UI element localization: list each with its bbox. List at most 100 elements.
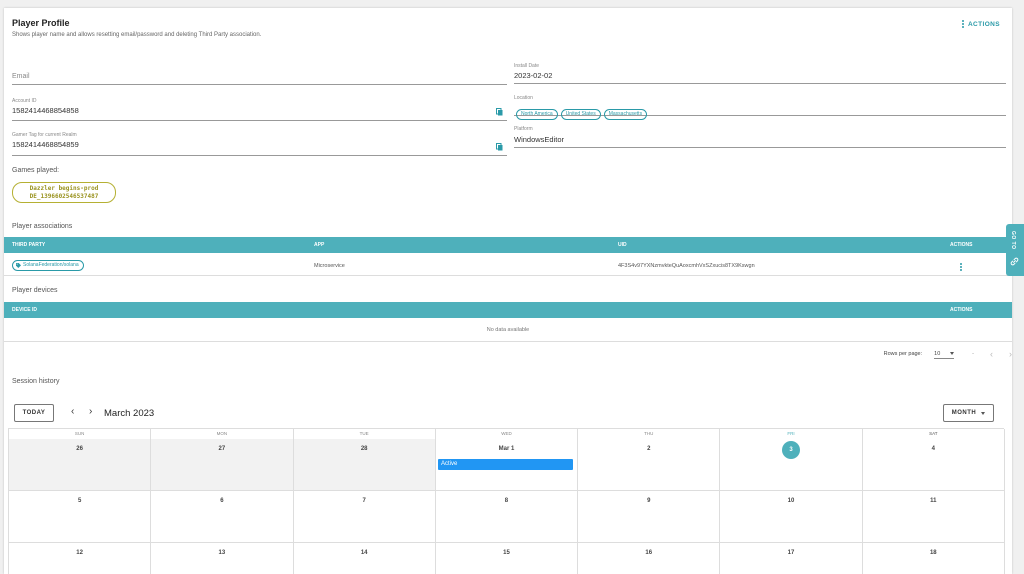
calendar-day-cell[interactable]: 6: [151, 491, 294, 543]
session-event[interactable]: Active: [438, 459, 573, 470]
next-page-icon[interactable]: ›: [1009, 349, 1012, 359]
calendar-day-cell[interactable]: 18: [863, 543, 1005, 574]
day-number[interactable]: 28: [294, 446, 435, 452]
account-id-field[interactable]: Account ID 1582414468854858: [12, 96, 507, 121]
page-title: Player Profile: [12, 18, 70, 28]
day-number[interactable]: 14: [294, 550, 435, 556]
today-button[interactable]: TODAY: [14, 404, 54, 422]
weekday-header: THU: [578, 429, 721, 439]
day-number[interactable]: 4: [863, 446, 1004, 452]
calendar-day-cell[interactable]: 2: [578, 439, 721, 491]
day-number[interactable]: 16: [578, 550, 719, 556]
more-vert-icon: [961, 20, 964, 28]
day-number[interactable]: 26: [9, 446, 150, 452]
day-number[interactable]: 6: [151, 498, 292, 504]
day-number[interactable]: 13: [151, 550, 292, 556]
row-actions-icon[interactable]: [960, 263, 962, 271]
calendar-title: March 2023: [104, 408, 155, 419]
gamer-tag-value: 1582414468854859: [12, 140, 79, 149]
calendar-day-cell[interactable]: 15: [436, 543, 579, 574]
calendar-day-cell[interactable]: 10: [720, 491, 863, 543]
email-field[interactable]: Email: [12, 66, 507, 85]
calendar-day-cell[interactable]: 28: [293, 439, 436, 491]
platform-field: Platform WindowsEditor: [514, 125, 1006, 148]
account-id-label: Account ID: [12, 98, 37, 104]
copy-icon[interactable]: [496, 143, 503, 151]
platform-value: WindowsEditor: [514, 135, 565, 144]
tag-icon: [16, 263, 21, 268]
calendar-day-cell[interactable]: 16: [578, 543, 721, 574]
game-chip[interactable]: Dazzler begins-prod DE_1396602546537487: [12, 182, 116, 203]
app-cell: Microservice: [314, 263, 345, 269]
calendar-day-cell[interactable]: 8: [435, 491, 579, 543]
day-number[interactable]: 9: [578, 498, 719, 504]
calendar-day-cell[interactable]: 9: [578, 491, 721, 543]
day-number[interactable]: 17: [720, 550, 861, 556]
devices-table-header: DEVICE ID ACTIONS: [4, 302, 1012, 318]
calendar-day-cell[interactable]: 11: [862, 491, 1005, 543]
rows-per-page-label: Rows per page:: [883, 351, 923, 357]
weekday-header: WED: [436, 429, 579, 439]
page-subtitle: Shows player name and allows resetting e…: [12, 32, 262, 38]
calendar-day-cell[interactable]: 3: [720, 439, 863, 491]
email-placeholder: Email: [12, 73, 30, 80]
install-date-field: Install Date 2023-02-02: [514, 62, 1006, 84]
associations-table-header: THIRD PARTY APP UID ACTIONS: [4, 237, 1012, 253]
weekday-header: TUE: [294, 429, 436, 439]
col-actions: ACTIONS: [950, 242, 973, 248]
prev-month-icon[interactable]: ‹: [71, 406, 74, 417]
day-number[interactable]: 18: [863, 550, 1004, 556]
day-number[interactable]: 5: [9, 498, 150, 504]
no-data-message: No data available: [4, 318, 1012, 342]
calendar-day-cell[interactable]: 4: [862, 439, 1005, 491]
install-date-value: 2023-02-02: [514, 71, 553, 80]
caret-down-icon: [950, 352, 955, 355]
day-number[interactable]: 27: [151, 446, 292, 452]
calendar-day-cell[interactable]: 17: [720, 543, 863, 574]
day-number[interactable]: 7: [294, 498, 435, 504]
location-label: Location: [514, 95, 533, 101]
weekday-header: SAT: [863, 429, 1005, 439]
calendar-day-cell[interactable]: 12: [9, 543, 152, 574]
calendar-day-cell[interactable]: 13: [151, 543, 294, 574]
platform-label: Platform: [514, 126, 533, 132]
month-view-button[interactable]: MONTH: [943, 404, 994, 422]
third-party-chip[interactable]: SolanaFederation/solana: [12, 260, 84, 271]
actions-label: ACTIONS: [967, 20, 1000, 28]
session-history-label: Session history: [12, 378, 60, 385]
actions-button[interactable]: ACTIONS: [961, 20, 1000, 28]
gamer-tag-field[interactable]: Gamer Tag for current Realm 158241446885…: [12, 130, 507, 156]
day-number[interactable]: 11: [863, 498, 1004, 504]
calendar-day-cell[interactable]: 26: [9, 439, 152, 491]
goto-label: GO TO: [1010, 231, 1016, 250]
col-device-id: DEVICE ID: [12, 307, 38, 313]
day-number[interactable]: 8: [436, 498, 577, 504]
caret-down-icon: [981, 411, 986, 415]
calendar-day-cell[interactable]: 14: [294, 543, 436, 574]
day-number[interactable]: 2: [578, 446, 719, 452]
install-date-label: Install Date: [514, 63, 540, 69]
calendar-day-cell[interactable]: 7: [293, 491, 436, 543]
rows-per-page-select[interactable]: 10: [934, 349, 955, 359]
location-chip[interactable]: Massachusetts: [603, 109, 648, 120]
calendar-day-cell[interactable]: 27: [151, 439, 294, 491]
calendar-day-cell[interactable]: 5: [9, 491, 152, 543]
col-third-party: THIRD PARTY: [12, 242, 46, 248]
uid-cell: 4F3S4v97YXNzmvkteQuAoxcmhVxSZxucis8TX9Ks…: [618, 263, 755, 269]
page-range: -: [972, 351, 974, 357]
day-number[interactable]: Mar 1: [436, 446, 577, 452]
next-month-icon[interactable]: ›: [89, 406, 92, 417]
pagination: Rows per page: 10 - ‹ ›: [884, 349, 1012, 359]
copy-icon[interactable]: [496, 108, 503, 116]
player-devices-label: Player devices: [12, 287, 58, 294]
location-chip[interactable]: North America: [516, 109, 558, 120]
day-number[interactable]: 12: [9, 550, 150, 556]
game-id: DE_1396602546537487: [29, 193, 99, 200]
prev-page-icon[interactable]: ‹: [990, 349, 993, 359]
month-view-label: MONTH: [951, 410, 977, 416]
goto-tab[interactable]: GO TO: [1006, 224, 1024, 276]
day-number[interactable]: 15: [436, 550, 577, 556]
day-number[interactable]: 10: [720, 498, 861, 504]
today-date-marker[interactable]: 3: [782, 441, 801, 459]
location-chip[interactable]: United States: [560, 109, 601, 120]
